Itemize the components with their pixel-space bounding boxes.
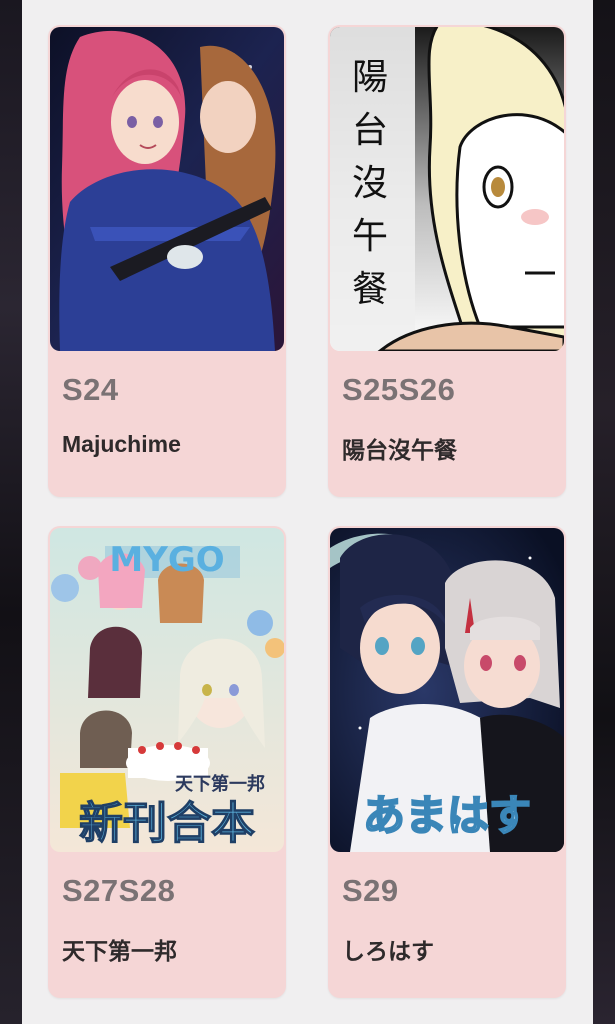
- book-code: S29: [342, 873, 399, 908]
- background-right: [593, 0, 615, 1024]
- cover-title-text: あまはす: [363, 791, 531, 840]
- cover-image[interactable]: あまはす: [330, 528, 564, 852]
- manga-comic-cover: 陽 台 沒 午 餐: [330, 27, 564, 351]
- cover-subtitle-text: 天下第一邦: [175, 773, 265, 795]
- cover-main-text: 新刊合本: [79, 798, 255, 849]
- book-title: しろはす: [342, 938, 434, 964]
- book-title: 天下第一邦: [62, 938, 177, 964]
- book-code: S27S28: [62, 873, 176, 908]
- svg-text:午: 午: [352, 216, 388, 257]
- svg-text:陽: 陽: [352, 57, 388, 98]
- cover-image[interactable]: 陽 台 沒 午 餐: [330, 27, 564, 351]
- anime-illustration-cover: [50, 27, 284, 351]
- svg-text:台: 台: [352, 110, 388, 151]
- book-title: 陽台沒午餐: [342, 437, 457, 463]
- book-title: Majuchime: [62, 431, 181, 457]
- cover-image[interactable]: MYGO 天下第一邦 新刊合本: [50, 528, 284, 852]
- book-card[interactable]: あまはす S29 しろはす: [328, 526, 566, 998]
- book-card[interactable]: MYGO 天下第一邦 新刊合本 S27S28 天下第一邦: [48, 526, 286, 998]
- cover-image[interactable]: [50, 27, 284, 351]
- cover-banner-text: MYGO: [109, 540, 224, 580]
- duo-illustration-cover: あまはす: [330, 528, 564, 852]
- background-left: [0, 0, 22, 1024]
- book-card[interactable]: 陽 台 沒 午 餐 S25S26 陽台沒午餐: [328, 25, 566, 497]
- svg-text:餐: 餐: [352, 269, 388, 310]
- book-code: S25S26: [342, 372, 456, 407]
- svg-text:沒: 沒: [352, 163, 388, 204]
- book-card[interactable]: S24 Majuchime: [48, 25, 286, 497]
- book-code: S24: [62, 372, 119, 407]
- group-illustration-cover: MYGO 天下第一邦 新刊合本: [50, 528, 284, 852]
- content-panel: S24 Majuchime 陽 台 沒 午 餐 S25S26 陽台沒午餐 MYG…: [22, 0, 593, 1024]
